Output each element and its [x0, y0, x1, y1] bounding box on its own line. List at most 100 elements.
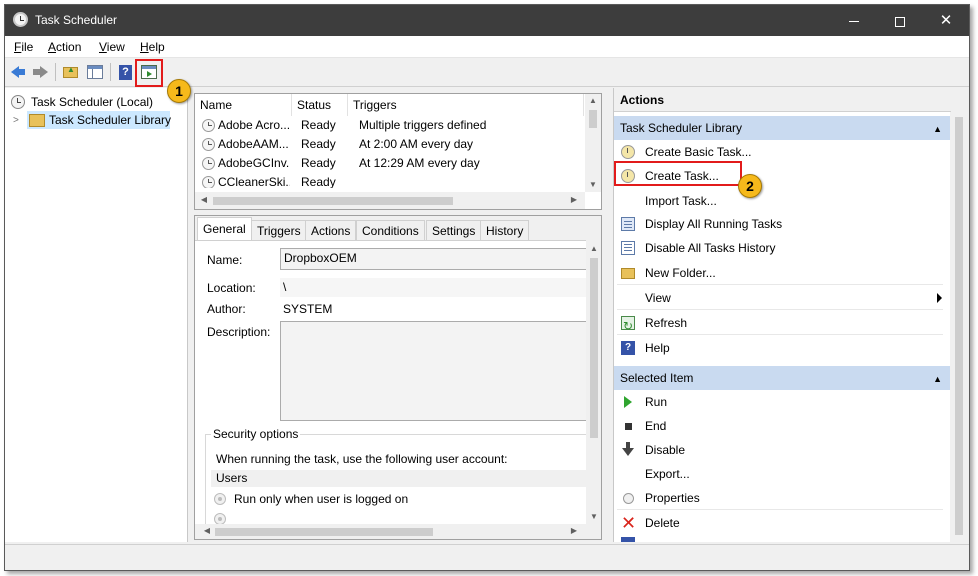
- description-label: Description:: [207, 325, 271, 339]
- tree-item-library-label: Task Scheduler Library: [49, 113, 172, 127]
- section-task-scheduler-library[interactable]: Task Scheduler Library ▲: [614, 116, 950, 140]
- table-row[interactable]: Adobe Acro... Ready Multiple triggers de…: [195, 116, 585, 135]
- maximize-button[interactable]: [877, 5, 923, 36]
- back-button[interactable]: [9, 62, 29, 82]
- scroll-right-icon[interactable]: ▶: [567, 195, 581, 204]
- actions-vertical-scrollbar[interactable]: [951, 113, 967, 542]
- menu-action-label: ction: [56, 40, 82, 54]
- help-icon: [621, 537, 635, 542]
- collapse-up-icon[interactable]: ▲: [933, 367, 942, 391]
- scroll-left-icon[interactable]: ◀: [200, 526, 214, 535]
- details-vertical-scrollbar[interactable]: ▲ ▼: [586, 240, 601, 525]
- running-tasks-icon: [621, 217, 635, 231]
- menu-file[interactable]: File: [14, 40, 33, 54]
- scroll-left-icon[interactable]: ◀: [197, 195, 211, 204]
- menu-view[interactable]: View: [99, 40, 125, 54]
- general-tab-panel: Name: DropboxOEM Location: \ Author: SYS…: [195, 240, 587, 534]
- action-new-folder[interactable]: New Folder...: [614, 261, 950, 285]
- forward-button[interactable]: [31, 62, 51, 82]
- action-label: Export...: [645, 467, 690, 481]
- table-row[interactable]: AdobeGCInv... Ready At 12:29 AM every da…: [195, 154, 585, 173]
- create-basic-task-icon: [621, 145, 635, 159]
- name-field[interactable]: DropboxOEM: [280, 248, 587, 270]
- scroll-right-icon[interactable]: ▶: [567, 526, 581, 535]
- scroll-thumb[interactable]: [955, 117, 963, 535]
- status-bar: [5, 544, 969, 570]
- action-refresh[interactable]: Refresh: [614, 311, 950, 338]
- action-run[interactable]: Run: [614, 390, 950, 414]
- column-header-status[interactable]: Status: [292, 94, 348, 116]
- tree-item-root[interactable]: Task Scheduler (Local): [9, 93, 184, 111]
- table-row[interactable]: CCleanerSki... Ready: [195, 173, 585, 188]
- tab-actions[interactable]: Actions: [305, 220, 357, 240]
- tab-triggers[interactable]: Triggers: [251, 220, 307, 240]
- scroll-up-icon[interactable]: ▲: [586, 96, 600, 105]
- action-display-running-tasks[interactable]: Display All Running Tasks: [614, 212, 950, 236]
- task-triggers: At 2:00 AM every day: [359, 137, 474, 151]
- scroll-thumb[interactable]: [590, 258, 598, 438]
- scroll-thumb[interactable]: [589, 110, 597, 128]
- scroll-up-icon[interactable]: ▲: [587, 244, 601, 253]
- help-icon: ?: [621, 341, 635, 355]
- menu-action-accel: A: [48, 40, 57, 54]
- action-properties[interactable]: Properties: [614, 486, 950, 510]
- description-field[interactable]: [280, 321, 587, 421]
- refresh-icon: [621, 314, 635, 338]
- highlight-create-task: [614, 161, 742, 186]
- menu-action[interactable]: Action: [48, 40, 81, 54]
- section-selected-item[interactable]: Selected Item ▲: [614, 366, 950, 390]
- collapse-up-icon[interactable]: ▲: [933, 117, 942, 141]
- tree-item-root-label: Task Scheduler (Local): [31, 95, 154, 109]
- action-view[interactable]: View: [614, 286, 950, 310]
- minimize-button[interactable]: [831, 5, 877, 36]
- tab-settings[interactable]: Settings: [426, 220, 482, 240]
- action-label: Delete: [645, 516, 680, 530]
- menu-help-accel: H: [140, 40, 149, 54]
- radio-logged-on[interactable]: [214, 493, 226, 505]
- menu-help[interactable]: Help: [140, 40, 165, 54]
- title-bar: Task Scheduler ✕: [5, 5, 969, 36]
- callout-step-2: 2: [738, 174, 762, 198]
- task-list: Name Status Triggers Adobe Acro... Ready…: [194, 93, 602, 210]
- scroll-down-icon[interactable]: ▼: [587, 512, 601, 521]
- column-header-name[interactable]: Name: [195, 94, 292, 116]
- security-options-label: Security options: [211, 427, 301, 441]
- help-toolbar-button[interactable]: ?: [116, 62, 136, 82]
- table-row[interactable]: AdobeAAM... Ready At 2:00 AM every day: [195, 135, 585, 154]
- window-title: Task Scheduler: [35, 13, 118, 27]
- task-list-horizontal-scrollbar[interactable]: ◀ ▶: [195, 192, 585, 209]
- action-disable-tasks-history[interactable]: Disable All Tasks History: [614, 236, 950, 260]
- run-icon: [624, 396, 632, 408]
- disable-icon: [622, 442, 634, 456]
- menu-bar: File Action View Help: [5, 36, 969, 58]
- task-list-vertical-scrollbar[interactable]: ▲ ▼: [585, 94, 601, 192]
- action-delete[interactable]: ✕ Delete: [614, 511, 950, 535]
- tab-history[interactable]: History: [480, 220, 530, 240]
- action-disable[interactable]: Disable: [614, 438, 950, 462]
- tab-general[interactable]: General: [197, 217, 252, 241]
- actions-pane: Actions Task Scheduler Library ▲ Create …: [613, 88, 951, 542]
- chevron-right-icon[interactable]: >: [13, 115, 19, 126]
- menu-view-accel: V: [99, 40, 107, 54]
- task-status: Ready: [301, 137, 336, 151]
- close-button[interactable]: ✕: [923, 5, 969, 36]
- task-clock-icon: [202, 176, 215, 188]
- action-end[interactable]: End: [614, 414, 950, 438]
- delete-icon: ✕: [621, 513, 637, 533]
- details-horizontal-scrollbar[interactable]: ◀ ▶: [195, 524, 586, 539]
- tab-conditions[interactable]: Conditions: [356, 220, 425, 240]
- action-export[interactable]: Export...: [614, 462, 950, 486]
- scroll-down-icon[interactable]: ▼: [586, 180, 600, 189]
- show-hide-console-tree-button[interactable]: [85, 62, 105, 82]
- tree-item-library[interactable]: Task Scheduler Library: [27, 111, 172, 129]
- column-header-triggers[interactable]: Triggers: [348, 94, 584, 116]
- author-value: SYSTEM: [283, 302, 333, 316]
- action-help-partial[interactable]: [614, 536, 950, 542]
- scroll-thumb[interactable]: [215, 528, 433, 536]
- scroll-thumb[interactable]: [213, 197, 453, 205]
- up-folder-button[interactable]: [61, 62, 81, 82]
- task-name: CCleanerSki...: [218, 175, 290, 188]
- task-details: General Triggers Actions Conditions Sett…: [194, 215, 602, 540]
- action-help[interactable]: ? Help: [614, 336, 950, 360]
- action-import-task[interactable]: Import Task...: [614, 189, 950, 213]
